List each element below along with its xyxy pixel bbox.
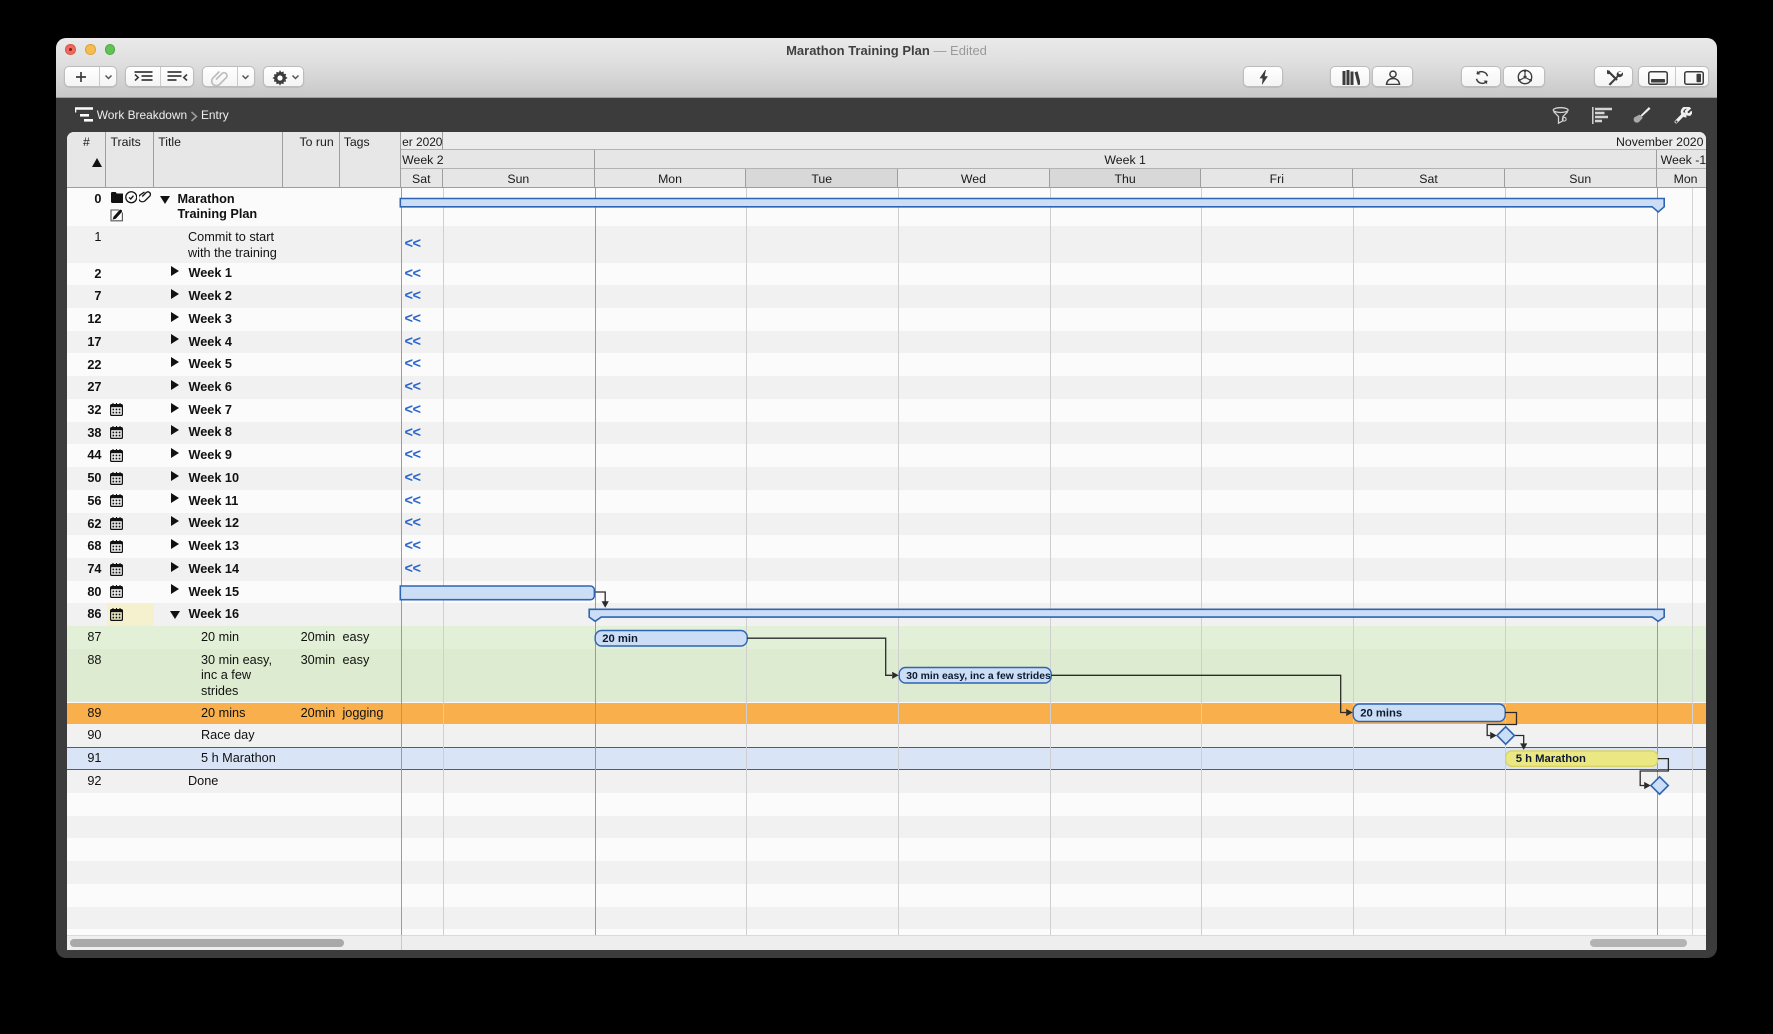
- svg-text:5 h Marathon: 5 h Marathon: [1516, 753, 1586, 765]
- svg-text:30 min easy, inc a few strides: 30 min easy, inc a few strides: [906, 671, 1051, 682]
- svg-text:20 min: 20 min: [602, 633, 638, 645]
- svg-text:20 mins: 20 mins: [1360, 707, 1402, 719]
